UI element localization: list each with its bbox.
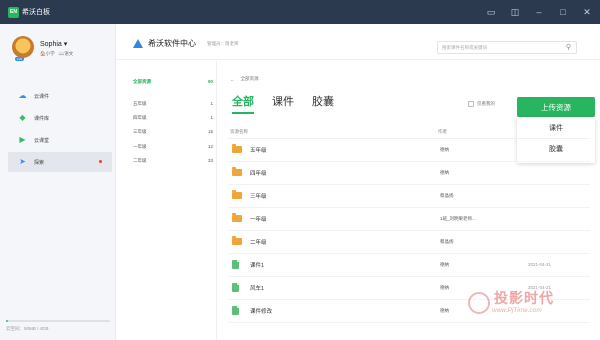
sidebar-item-cloud-courseware[interactable]: ☁ 云课件 [8, 86, 112, 106]
row-name: 课件修改 [250, 309, 273, 315]
app-name: 希沃白板 [22, 9, 50, 16]
category-item[interactable]: 四年级 1 [133, 115, 213, 121]
user-meta: 🏠小学 📖语文 [40, 51, 73, 57]
send-icon: ➤ [19, 157, 26, 166]
row-name: 课件1 [250, 263, 265, 269]
search-input[interactable] [442, 45, 560, 50]
row-author: 德纳 [440, 170, 449, 175]
category-item[interactable]: 全部资源 90 [133, 79, 213, 85]
admin-label: 管理员：周老师 [207, 40, 239, 46]
maximize-button[interactable]: □ [556, 5, 570, 19]
play-icon: ▶ [19, 135, 26, 144]
notification-dot [99, 160, 102, 163]
avatar[interactable]: LV6 [12, 36, 34, 61]
breadcrumb: ← 全部资源 [230, 76, 259, 82]
cloud-icon: ☁ [18, 91, 27, 100]
row-author: 德纳 [440, 308, 449, 313]
checkbox-box[interactable] [468, 101, 474, 107]
school-label: 🏠小学 [40, 51, 55, 56]
window-controls: ▭ ◫ – □ ✕ [484, 5, 594, 19]
sidebar-item-courseware-library[interactable]: ◆ 课件库 [8, 108, 112, 128]
file-icon [232, 306, 239, 315]
row-author: 1班_刘明果老师... [440, 216, 476, 221]
category-list: 全部资源 90 五年级 1 四年级 1 三年级 15 一年级 12 二年级 33 [117, 61, 217, 340]
storage-bar-fill [6, 320, 9, 322]
row-author: 德纳 [440, 262, 449, 267]
search-box[interactable]: ⚲ [437, 41, 577, 54]
upload-button[interactable]: 上传资源 [517, 97, 595, 117]
storage-indicator: 云空间：50MB / 4GB [6, 320, 110, 332]
row-name: 风车1 [250, 286, 265, 292]
watermark-url: www.PjTime.com [492, 307, 542, 314]
table-row[interactable]: 四年级 德纳 [228, 162, 590, 185]
row-name: 五年级 [250, 148, 267, 154]
category-item[interactable]: 五年级 1 [133, 101, 213, 107]
tab-capsule[interactable]: 胶囊 [312, 93, 334, 114]
back-arrow-icon[interactable]: ← [230, 77, 235, 82]
level-badge: LV6 [15, 57, 25, 61]
table-header: 资源名称 作者 [228, 127, 590, 139]
left-sidebar: LV6 Sophia ▾ 🏠小学 📖语文 ☁ 云课件 ◆ 课件库 ▶ 云课堂 ➤… [0, 24, 116, 340]
message-icon[interactable]: ▭ [484, 5, 498, 19]
tab-all[interactable]: 全部 [232, 93, 254, 114]
sidebar-item-cloud-classroom[interactable]: ▶ 云课堂 [8, 130, 112, 150]
folder-icon [232, 144, 242, 153]
center-brand: 希沃软件中心 管理员：周老师 [133, 38, 239, 49]
subject-label: 📖语文 [58, 51, 74, 56]
table-row[interactable]: 一年级 1班_刘明果老师... [228, 208, 590, 231]
search-icon[interactable]: ⚲ [566, 43, 571, 51]
row-author: 蔡晶扬 [440, 239, 454, 244]
app-logo-icon: EN [8, 6, 19, 18]
row-author: 德纳 [440, 285, 449, 290]
category-item[interactable]: 三年级 15 [133, 129, 213, 135]
resource-tabs: 全部 课件 胶囊 [232, 93, 334, 114]
sidebar-item-explore[interactable]: ➤ 探索 [8, 152, 112, 172]
row-author: 蔡晶扬 [440, 193, 454, 198]
table-row[interactable]: 五年级 德纳 [228, 139, 590, 162]
file-icon [232, 260, 239, 269]
folder-icon [232, 213, 242, 222]
sidebar-nav: ☁ 云课件 ◆ 课件库 ▶ 云课堂 ➤ 探索 [8, 86, 112, 174]
skin-icon[interactable]: ◫ [508, 5, 522, 19]
row-date: 2021-04-21 [528, 262, 552, 267]
folder-icon [232, 236, 242, 245]
center-title: 希沃软件中心 [148, 39, 196, 48]
table-row[interactable]: 三年级 蔡晶扬 [228, 185, 590, 208]
column-header-author: 作者 [438, 129, 447, 134]
row-name: 四年级 [250, 171, 267, 177]
file-icon [232, 283, 239, 292]
gem-icon: ◆ [19, 113, 26, 122]
brand-logo-icon [133, 39, 143, 48]
breadcrumb-text[interactable]: 全部资源 [241, 76, 259, 82]
app-logo: EN 希沃白板 [8, 6, 50, 18]
folder-icon [232, 190, 242, 199]
row-name: 二年级 [250, 240, 267, 246]
user-name[interactable]: Sophia ▾ [40, 40, 73, 48]
category-item[interactable]: 二年级 33 [133, 158, 213, 164]
title-bar: EN 希沃白板 ▭ ◫ – □ ✕ [0, 0, 600, 24]
row-author: 德纳 [440, 147, 449, 152]
row-name: 三年级 [250, 194, 267, 200]
table-row[interactable]: 课件1 德纳 2021-04-21 [228, 254, 590, 277]
close-button[interactable]: ✕ [580, 5, 594, 19]
folder-icon [232, 167, 242, 176]
column-header-name[interactable]: 资源名称 [230, 129, 248, 135]
category-item[interactable]: 一年级 12 [133, 144, 213, 150]
tab-courseware[interactable]: 课件 [272, 93, 294, 114]
row-name: 一年级 [250, 217, 267, 223]
storage-text: 云空间：50MB / 4GB [6, 326, 49, 331]
watermark-text: 投影时代 [494, 290, 554, 306]
table-row[interactable]: 二年级 蔡晶扬 [228, 231, 590, 254]
storage-bar [6, 320, 110, 322]
content-header: 希沃软件中心 管理员：周老师 ⚲ [117, 24, 600, 60]
watermark: 投影时代 www.PjTime.com [462, 288, 598, 324]
only-mine-checkbox[interactable]: 仅看我的 [468, 101, 495, 107]
watermark-logo-icon [468, 292, 490, 314]
user-profile[interactable]: LV6 Sophia ▾ 🏠小学 📖语文 [12, 36, 73, 61]
minimize-button[interactable]: – [532, 5, 546, 19]
